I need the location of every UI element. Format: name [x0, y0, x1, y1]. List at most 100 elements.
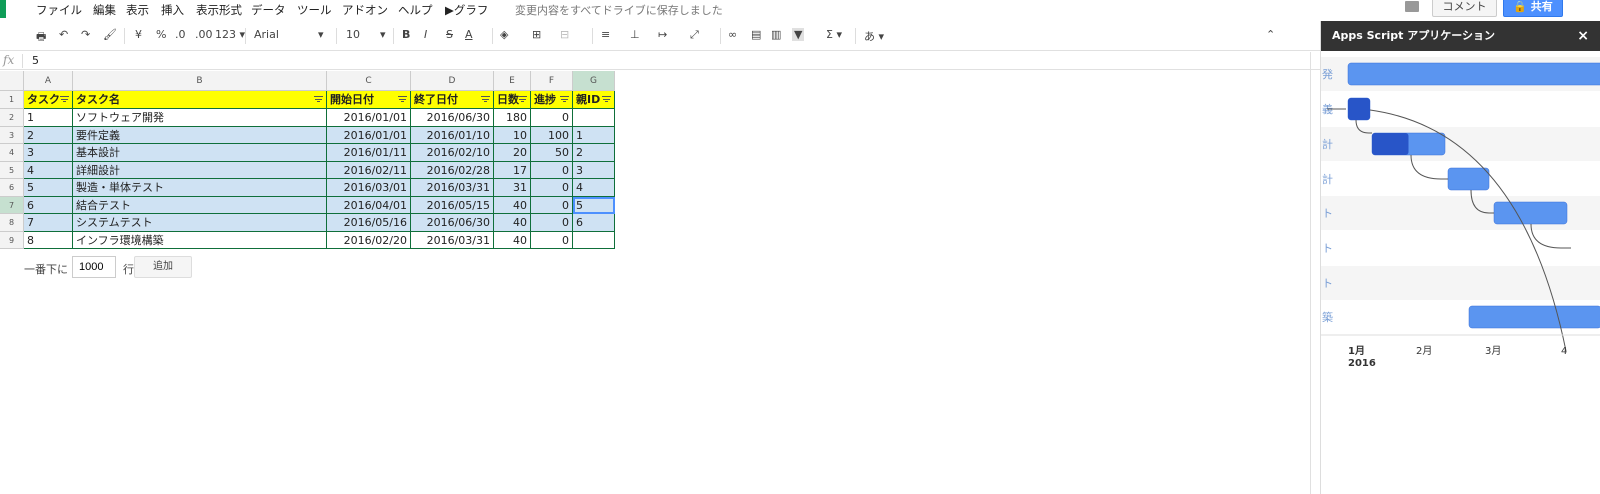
- table-cell[interactable]: 0: [531, 214, 573, 232]
- filter-icon[interactable]: [560, 96, 569, 103]
- row-header-4[interactable]: 4: [0, 144, 24, 162]
- menu-file[interactable]: ファイル: [36, 2, 82, 18]
- collapse-toolbar-icon[interactable]: ⌃: [1266, 28, 1275, 41]
- menu-edit[interactable]: 編集: [93, 2, 116, 18]
- header-cell[interactable]: タスク名: [73, 91, 327, 109]
- table-cell[interactable]: 0: [531, 109, 573, 127]
- formula-input[interactable]: 5: [32, 54, 39, 67]
- decrease-decimal-button[interactable]: .0: [175, 28, 186, 41]
- fill-color-icon[interactable]: ◈: [500, 28, 508, 41]
- table-cell[interactable]: 2: [24, 127, 73, 144]
- comment-icon[interactable]: [1405, 1, 1419, 12]
- table-cell[interactable]: 8: [24, 232, 73, 249]
- more-formats-button[interactable]: 123 ▾: [215, 28, 245, 41]
- add-rows-count-input[interactable]: [72, 256, 116, 278]
- header-cell[interactable]: 親ID: [573, 91, 615, 109]
- row-header-6[interactable]: 6: [0, 179, 24, 197]
- gantt-bar[interactable]: [1493, 201, 1568, 225]
- table-cell[interactable]: 2016/02/28: [411, 162, 494, 179]
- text-wrap-icon[interactable]: ↦: [658, 28, 667, 41]
- table-cell[interactable]: ソフトウェア開発: [73, 109, 327, 127]
- menu-addons[interactable]: アドオン: [342, 2, 388, 18]
- table-cell[interactable]: 10: [494, 127, 531, 144]
- currency-button[interactable]: ¥: [135, 28, 142, 41]
- filter-icon[interactable]: [398, 96, 407, 103]
- table-cell[interactable]: 180: [494, 109, 531, 127]
- table-cell[interactable]: 5: [24, 179, 73, 197]
- row-header-7[interactable]: 7: [0, 197, 24, 214]
- header-cell[interactable]: 開始日付: [327, 91, 411, 109]
- table-cell[interactable]: 5: [573, 197, 615, 214]
- increase-decimal-button[interactable]: .00: [195, 28, 213, 41]
- table-cell[interactable]: 2016/04/01: [327, 197, 411, 214]
- chevron-down-icon[interactable]: ▾: [318, 28, 324, 41]
- select-all-corner[interactable]: [0, 71, 24, 91]
- functions-button[interactable]: Σ ▾: [826, 28, 842, 41]
- share-button[interactable]: 🔒 共有: [1503, 0, 1563, 17]
- table-cell[interactable]: 要件定義: [73, 127, 327, 144]
- table-cell[interactable]: 17: [494, 162, 531, 179]
- comment-button[interactable]: コメント: [1432, 0, 1497, 17]
- filter-icon[interactable]: [602, 96, 611, 103]
- filter-icon[interactable]: [481, 96, 490, 103]
- chart-icon[interactable]: ▥: [771, 28, 781, 41]
- font-size-select[interactable]: 10: [346, 28, 360, 41]
- strikethrough-button[interactable]: S: [446, 28, 453, 41]
- table-cell[interactable]: 2016/03/31: [411, 232, 494, 249]
- link-icon[interactable]: ∞: [728, 28, 737, 41]
- header-cell[interactable]: タスク: [24, 91, 73, 109]
- table-cell[interactable]: 50: [531, 144, 573, 162]
- table-cell[interactable]: 2016/01/01: [327, 127, 411, 144]
- table-cell[interactable]: 4: [24, 162, 73, 179]
- table-cell[interactable]: 2016/02/20: [327, 232, 411, 249]
- table-cell[interactable]: 40: [494, 197, 531, 214]
- filter-icon[interactable]: [518, 96, 527, 103]
- table-cell[interactable]: 製造・単体テスト: [73, 179, 327, 197]
- menu-help[interactable]: ヘルプ: [398, 2, 433, 18]
- row-header-1[interactable]: 1: [0, 91, 24, 109]
- table-cell[interactable]: 2016/06/30: [411, 109, 494, 127]
- header-cell[interactable]: 日数: [494, 91, 531, 109]
- vertical-scrollbar[interactable]: [1310, 52, 1311, 494]
- table-cell[interactable]: 40: [494, 232, 531, 249]
- table-cell[interactable]: 1: [24, 109, 73, 127]
- italic-button[interactable]: I: [424, 28, 427, 41]
- menu-data[interactable]: データ: [251, 2, 286, 18]
- font-select[interactable]: Arial: [254, 28, 279, 41]
- filter-icon[interactable]: [60, 96, 69, 103]
- input-tools-button[interactable]: あ ▾: [864, 28, 884, 44]
- table-cell[interactable]: 3: [573, 162, 615, 179]
- header-cell[interactable]: 進捗: [531, 91, 573, 109]
- table-cell[interactable]: 2016/06/30: [411, 214, 494, 232]
- menu-format[interactable]: 表示形式: [196, 2, 242, 18]
- row-header-2[interactable]: 2: [0, 109, 24, 127]
- menu-view[interactable]: 表示: [126, 2, 149, 18]
- table-cell[interactable]: 詳細設計: [73, 162, 327, 179]
- table-cell[interactable]: 0: [531, 179, 573, 197]
- table-cell[interactable]: 100: [531, 127, 573, 144]
- row-header-9[interactable]: 9: [0, 232, 24, 249]
- header-cell[interactable]: 終了日付: [411, 91, 494, 109]
- text-color-button[interactable]: A: [465, 28, 473, 41]
- comment-insert-icon[interactable]: ▤: [751, 28, 761, 41]
- row-header-8[interactable]: 8: [0, 214, 24, 232]
- table-cell[interactable]: 0: [531, 232, 573, 249]
- table-cell[interactable]: 2016/01/10: [411, 127, 494, 144]
- table-cell[interactable]: 40: [494, 214, 531, 232]
- valign-bottom-icon[interactable]: ⊥: [630, 28, 640, 41]
- chevron-down-icon[interactable]: ▾: [380, 28, 386, 41]
- table-cell[interactable]: 2016/01/11: [327, 144, 411, 162]
- paint-format-icon[interactable]: 🖌: [103, 28, 117, 41]
- bold-button[interactable]: B: [402, 28, 410, 41]
- table-cell[interactable]: システムテスト: [73, 214, 327, 232]
- undo-icon[interactable]: ↶: [59, 28, 68, 41]
- print-icon[interactable]: 🖶: [36, 28, 46, 47]
- table-cell[interactable]: 2016/05/15: [411, 197, 494, 214]
- table-cell[interactable]: 2016/02/11: [327, 162, 411, 179]
- table-cell[interactable]: 7: [24, 214, 73, 232]
- table-cell[interactable]: 0: [531, 197, 573, 214]
- menu-graph[interactable]: ▶グラフ: [445, 2, 488, 18]
- table-cell[interactable]: 2: [573, 144, 615, 162]
- table-cell[interactable]: 2016/02/10: [411, 144, 494, 162]
- table-cell[interactable]: 結合テスト: [73, 197, 327, 214]
